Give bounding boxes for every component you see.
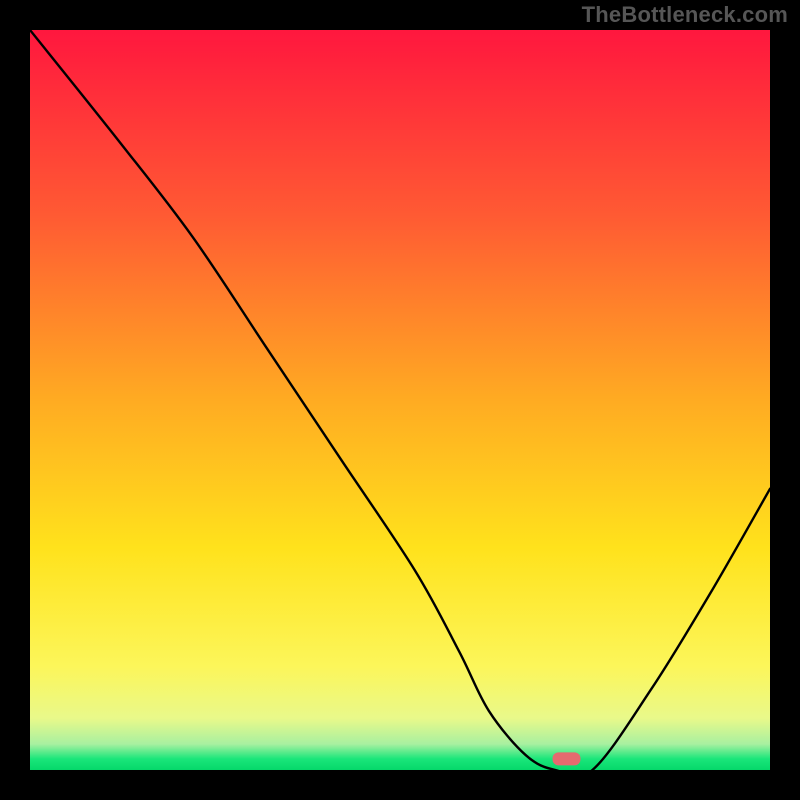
watermark-text: TheBottleneck.com [582, 2, 788, 28]
bottleneck-chart [30, 30, 770, 770]
chart-frame: TheBottleneck.com [0, 0, 800, 800]
chart-background [30, 30, 770, 770]
optimal-marker [553, 752, 581, 765]
